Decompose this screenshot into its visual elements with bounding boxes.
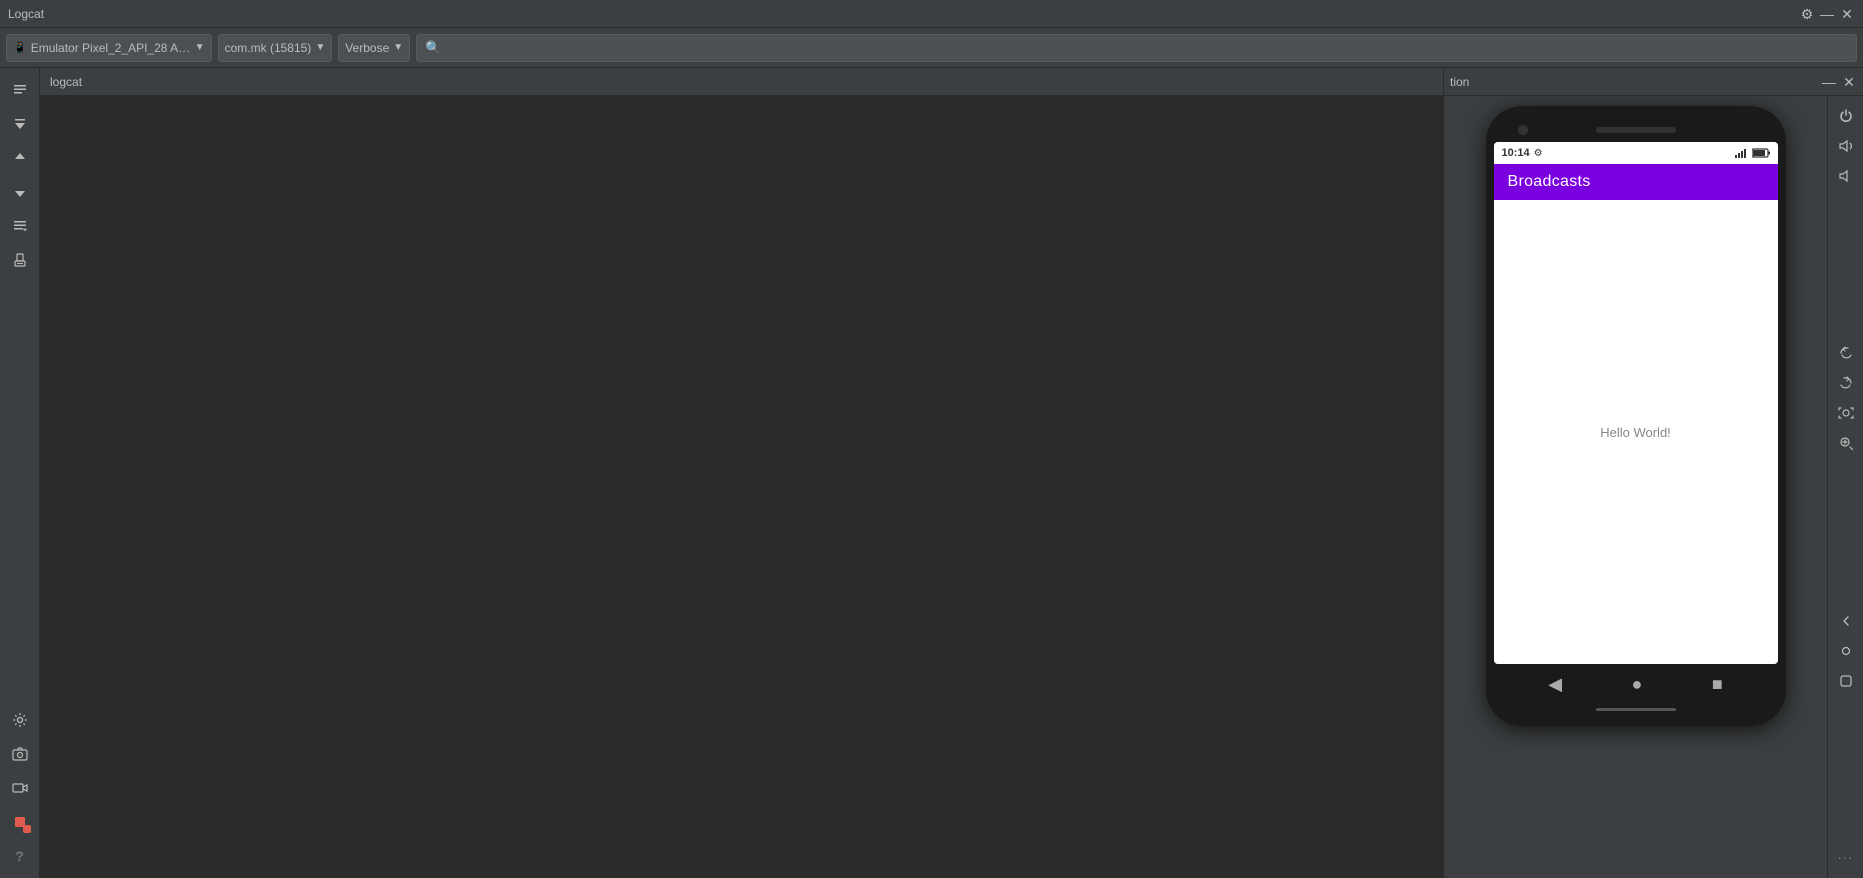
package-label: com.mk (15815)	[225, 41, 312, 55]
emulator-device-selector[interactable]: 📱 Emulator Pixel_2_API_28 Android ▼	[6, 34, 212, 62]
capture-icon[interactable]	[1832, 399, 1860, 427]
logcat-label: logcat	[50, 75, 82, 89]
package-chevron: ▼	[315, 42, 325, 53]
package-selector[interactable]: com.mk (15815) ▼	[218, 34, 333, 62]
verbose-selector[interactable]: Verbose ▼	[338, 34, 410, 62]
camera-icon[interactable]	[4, 738, 36, 770]
help-icon[interactable]: ?	[4, 840, 36, 872]
phone-screen[interactable]: 10:14 ⚙	[1494, 142, 1778, 664]
phone-back-btn[interactable]: ◀	[1548, 674, 1562, 695]
signal-icon	[1735, 148, 1749, 158]
rotate-right-icon[interactable]	[1832, 369, 1860, 397]
verbose-chevron: ▼	[393, 42, 403, 53]
emulator-minimize-btn[interactable]: —	[1821, 74, 1837, 90]
phone-app-bar: Broadcasts	[1494, 164, 1778, 200]
print-icon[interactable]	[4, 244, 36, 276]
left-sidebar: ?	[0, 68, 40, 878]
right-panel-label: tion	[1450, 75, 1469, 89]
phone-app-content[interactable]: Hello World!	[1494, 200, 1778, 664]
phone-bottom-bar	[1494, 704, 1778, 714]
close-btn[interactable]: ✕	[1839, 6, 1855, 22]
nav-home-icon[interactable]	[1832, 637, 1860, 665]
emulator-device-label: Emulator Pixel_2_API_28 Android	[31, 41, 191, 55]
right-icons-panel: ···	[1827, 96, 1863, 878]
app-title: Logcat	[8, 7, 44, 21]
right-content: 10:14 ⚙	[1444, 96, 1863, 878]
right-panel: tion — ✕ 10:14 ⚙	[1443, 68, 1863, 878]
phone-frame: 10:14 ⚙	[1486, 106, 1786, 726]
phone-recent-btn[interactable]: ■	[1712, 674, 1723, 695]
more-options-icon[interactable]: ···	[1832, 844, 1860, 872]
power-icon[interactable]	[1832, 102, 1860, 130]
settings-title-btn[interactable]: ⚙	[1799, 6, 1815, 22]
phone-status-icons	[1735, 148, 1770, 158]
logcat-content: logcat	[40, 68, 1443, 878]
nav-recent-icon[interactable]	[1832, 667, 1860, 695]
title-bar: Logcat ⚙ — ✕	[0, 0, 1863, 28]
phone-hello-world: Hello World!	[1600, 425, 1671, 440]
logcat-body[interactable]	[40, 96, 1443, 878]
rotate-left-icon[interactable]	[1832, 339, 1860, 367]
emulator-close-btn[interactable]: ✕	[1841, 74, 1857, 90]
search-input[interactable]	[445, 41, 1848, 55]
scroll-end-icon[interactable]	[4, 108, 36, 140]
wrap-text-icon[interactable]	[4, 210, 36, 242]
phone-home-btn[interactable]: ●	[1632, 674, 1643, 695]
search-bar[interactable]: 🔍	[416, 34, 1857, 62]
volume-down-icon[interactable]	[1832, 162, 1860, 190]
emulator-top-bar: tion — ✕	[1444, 68, 1863, 96]
phone-nav-bar: ◀ ● ■	[1494, 664, 1778, 704]
phone-camera	[1518, 125, 1528, 135]
up-icon[interactable]	[4, 142, 36, 174]
toolbar: 📱 Emulator Pixel_2_API_28 Android ▼ com.…	[0, 28, 1863, 68]
down-icon[interactable]	[4, 176, 36, 208]
phone-settings-icon: ⚙	[1534, 148, 1543, 159]
battery-icon	[1752, 148, 1770, 158]
nav-back-icon[interactable]	[1832, 607, 1860, 635]
phone-speaker	[1596, 127, 1676, 133]
zoom-in-icon[interactable]	[1832, 429, 1860, 457]
emulator-device-chevron: ▼	[195, 42, 205, 53]
volume-up-icon[interactable]	[1832, 132, 1860, 160]
minimize-btn[interactable]: —	[1819, 6, 1835, 22]
stop-recording-icon[interactable]	[4, 806, 36, 838]
settings-icon[interactable]	[4, 704, 36, 736]
video-icon[interactable]	[4, 772, 36, 804]
main-area: ? logcat tion — ✕	[0, 68, 1863, 878]
clear-logcat-icon[interactable]	[4, 74, 36, 106]
phone-time: 10:14	[1502, 147, 1530, 159]
phone-status-bar: 10:14 ⚙	[1494, 142, 1778, 164]
search-icon: 🔍	[425, 40, 441, 56]
verbose-label: Verbose	[345, 41, 389, 55]
phone-bottom-indicator	[1596, 708, 1676, 711]
logcat-header: logcat	[40, 68, 1443, 96]
phone-app-title: Broadcasts	[1508, 173, 1591, 191]
phone-top-bar	[1494, 118, 1778, 142]
title-bar-controls: ⚙ — ✕	[1799, 0, 1855, 27]
phone-area: 10:14 ⚙	[1444, 96, 1827, 878]
